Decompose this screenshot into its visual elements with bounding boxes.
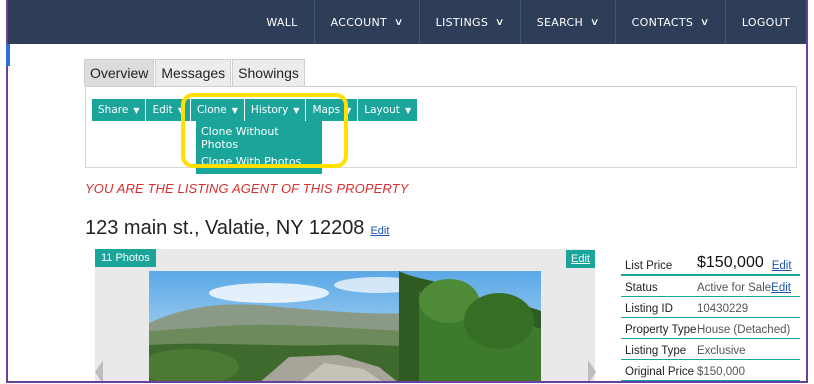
photo-edit-button[interactable]: Edit — [566, 250, 595, 268]
detail-label: Property Type — [625, 324, 697, 336]
list-price-value: $150,000 — [697, 254, 764, 271]
nav-contacts-label: CONTACTS — [631, 15, 694, 29]
nav-listings[interactable]: LISTINGS ∨ — [418, 0, 520, 44]
detail-label: Status — [625, 282, 658, 294]
maps-label: Maps — [312, 104, 341, 116]
chevron-down-icon: ∨ — [589, 16, 600, 28]
caret-down-icon: ▼ — [133, 105, 140, 115]
left-accent — [6, 44, 10, 66]
detail-row-property-type: Property Type House (Detached) — [621, 318, 800, 339]
photo-gallery — [95, 249, 595, 383]
detail-label: Listing ID — [625, 303, 673, 315]
nav-wall[interactable]: WALL — [250, 0, 313, 44]
nav-wall-label: WALL — [266, 15, 298, 29]
detail-row-list-price: List Price $150,000 Edit — [621, 249, 800, 276]
list-price-edit-link[interactable]: Edit — [772, 260, 792, 272]
chevron-down-icon: ∨ — [494, 16, 505, 28]
detail-row-original-price: Original Price $150,000 — [621, 360, 800, 381]
history-label: History — [250, 104, 289, 116]
clone-label: Clone — [196, 104, 227, 116]
status-value: Active for Sale — [697, 282, 772, 294]
nav-search[interactable]: SEARCH ∨ — [519, 0, 615, 44]
caret-down-icon: ▼ — [404, 105, 412, 115]
property-address: 123 main st., Valatie, NY 12208 Edit — [85, 217, 389, 240]
nav-logout-label: LOGOUT — [741, 15, 790, 29]
listing-agent-notice: YOU ARE THE LISTING AGENT OF THIS PROPER… — [85, 181, 409, 196]
photo-count-badge[interactable]: 11 Photos — [95, 249, 156, 267]
chevron-down-icon: ∨ — [393, 16, 404, 28]
menu-item-clone-without-photos[interactable]: Clone Without Photos — [196, 123, 322, 153]
tab-overview[interactable]: Overview — [84, 59, 155, 86]
tab-messages[interactable]: Messages — [155, 59, 232, 86]
listing-tabs: Overview Messages Showings — [84, 59, 306, 86]
action-toolbar: Share ▼ Edit ▼ Clone ▼ History ▼ Maps ▼ Layou… — [92, 99, 418, 121]
landscape-photo-icon — [149, 271, 541, 383]
share-button[interactable]: Share ▼ — [92, 99, 146, 121]
property-type-value: House (Detached) — [697, 324, 791, 336]
maps-button[interactable]: Maps ▼ — [306, 99, 358, 121]
history-button[interactable]: History ▼ — [244, 99, 306, 121]
original-price-value: $150,000 — [697, 366, 745, 378]
listing-id-value: 10430229 — [697, 303, 749, 315]
property-photo[interactable] — [149, 271, 541, 383]
clone-dropdown-menu: Clone Without Photos Clone With Photos — [196, 121, 322, 174]
status-edit-link[interactable]: Edit — [771, 282, 791, 294]
nav-listings-label: LISTINGS — [435, 15, 489, 29]
caret-down-icon: ▼ — [293, 105, 300, 115]
nav-account[interactable]: ACCOUNT ∨ — [313, 0, 419, 44]
detail-row-listing-type: Listing Type Exclusive — [621, 339, 800, 360]
address-edit-link[interactable]: Edit — [370, 225, 389, 237]
clone-button[interactable]: Clone ▼ — [190, 99, 244, 121]
menu-item-clone-with-photos[interactable]: Clone With Photos — [196, 153, 322, 170]
detail-label: List Price — [625, 260, 673, 272]
address-text: 123 main st., Valatie, NY 12208 — [85, 217, 365, 239]
caret-down-icon: ▼ — [345, 105, 352, 115]
layout-label: Layout — [364, 104, 400, 116]
detail-row-status: Status Active for Sale Edit — [621, 276, 800, 297]
edit-label: Edit — [152, 104, 173, 116]
nav-account-label: ACCOUNT — [330, 15, 388, 29]
layout-button[interactable]: Layout ▼ — [358, 99, 418, 121]
detail-label: Original Price — [625, 366, 695, 378]
chevron-down-icon: ∨ — [700, 16, 710, 28]
listing-details-table: List Price $150,000 Edit Status Active f… — [621, 249, 800, 381]
caret-down-icon: ▼ — [177, 105, 184, 115]
top-navigation: WALL ACCOUNT ∨ LISTINGS ∨ SEARCH ∨ CONTACTS… — [8, 0, 806, 44]
detail-row-listing-id: Listing ID 10430229 — [621, 297, 800, 318]
listing-type-value: Exclusive — [697, 345, 746, 357]
detail-label: Listing Type — [625, 345, 687, 357]
nav-logout[interactable]: LOGOUT — [724, 0, 806, 44]
tab-showings[interactable]: Showings — [232, 59, 305, 86]
nav-contacts[interactable]: CONTACTS ∨ — [614, 0, 725, 44]
edit-button[interactable]: Edit ▼ — [146, 99, 190, 121]
nav-search-label: SEARCH — [536, 15, 584, 29]
caret-down-icon: ▼ — [231, 105, 238, 115]
share-label: Share — [98, 104, 129, 116]
